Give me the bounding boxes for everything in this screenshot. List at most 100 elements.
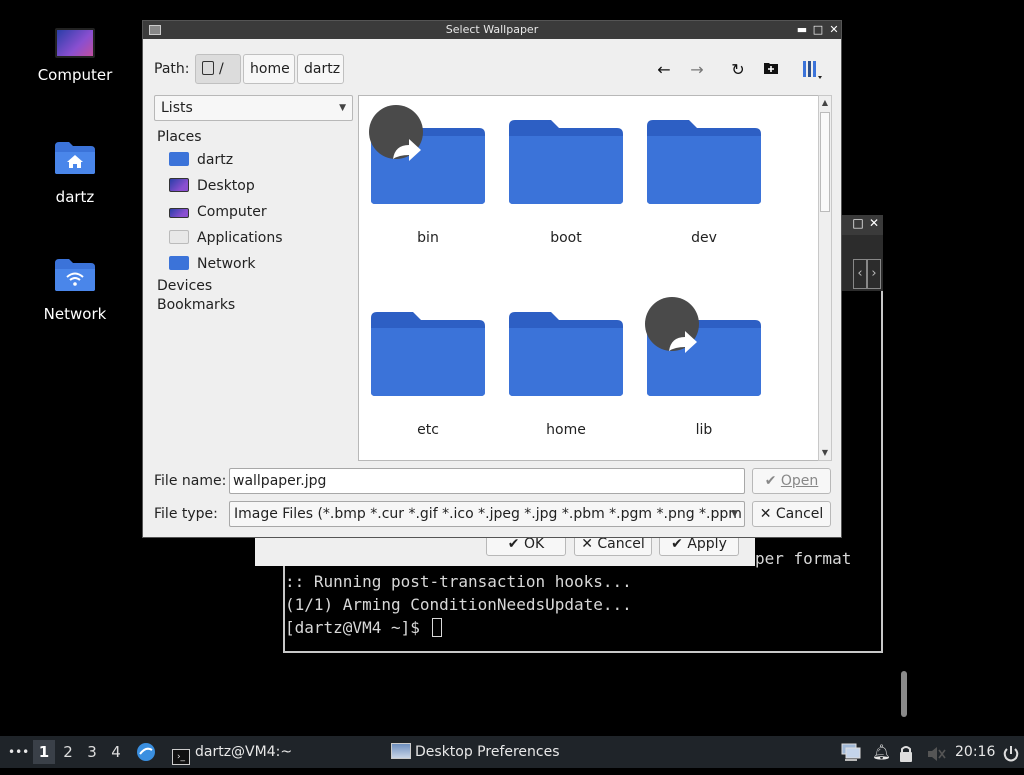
file-item[interactable]: dev [635, 96, 773, 276]
sidebar-item-label: Applications [197, 230, 283, 246]
breadcrumb-label: home [250, 61, 290, 77]
file-name: lib [695, 422, 713, 438]
desktop-icon-label: dartz [55, 188, 95, 206]
file-name: bin [417, 230, 439, 246]
sidebar-item-label: Computer [197, 204, 267, 220]
task-desktop-preferences[interactable]: Desktop Preferences [391, 736, 560, 768]
cancel-label: Cancel [775, 506, 824, 522]
sidebar-item-dartz[interactable]: dartz [169, 149, 233, 171]
path-label: Path: [154, 61, 190, 77]
back-arrow-icon[interactable]: ← [653, 59, 675, 81]
network-monitor-icon[interactable] [840, 742, 862, 762]
workspace-3[interactable]: 3 [81, 740, 103, 764]
file-item[interactable]: lib [635, 288, 773, 460]
desktop-icon-computer[interactable]: Computer [20, 28, 130, 84]
close-icon[interactable]: ✕ [827, 22, 841, 38]
folder-icon [509, 312, 623, 396]
tab-prev-icon[interactable]: ‹ [853, 259, 867, 289]
network-folder-icon [20, 257, 130, 297]
app-menu-button[interactable]: ••• [8, 736, 29, 768]
folder-icon [371, 312, 485, 396]
filename-label: File name: [154, 473, 227, 489]
scroll-up-icon[interactable]: ▲ [819, 96, 831, 110]
volume-muted-icon[interactable] [926, 743, 946, 761]
workspace-1[interactable]: 1 [33, 740, 55, 764]
file-item[interactable]: bin [359, 96, 497, 276]
bookmarks-header[interactable]: Bookmarks [157, 297, 235, 313]
notification-bell-icon[interactable]: 🔔︎ [872, 736, 891, 768]
sidebar-item-desktop[interactable]: Desktop [169, 175, 255, 197]
maximize-icon[interactable]: □ [811, 22, 825, 38]
terminal-line: per format [755, 549, 852, 568]
scroll-down-icon[interactable]: ▼ [819, 446, 831, 460]
apply-label: Apply [687, 536, 727, 552]
file-name: home [546, 422, 586, 438]
sidebar-item-computer[interactable]: Computer [169, 201, 267, 223]
file-item[interactable]: boot [497, 96, 635, 276]
open-button[interactable]: ✔ Open [752, 468, 831, 494]
cancel-button[interactable]: ✕ Cancel [752, 501, 831, 527]
terminal-icon: ›_ [172, 749, 190, 765]
computer-icon [169, 208, 189, 218]
terminal-scrollbar[interactable] [901, 671, 907, 717]
tab-next-icon[interactable]: › [867, 259, 881, 289]
filetype-label: File type: [154, 506, 218, 522]
file-item[interactable]: home [497, 288, 635, 460]
dialog-titlebar[interactable]: Select Wallpaper ▬ □ ✕ [143, 21, 841, 39]
select-wallpaper-dialog[interactable]: Select Wallpaper ▬ □ ✕ Path: / home dart… [142, 20, 842, 538]
workspace-2[interactable]: 2 [57, 740, 79, 764]
sidebar-item-network[interactable]: Network [169, 253, 255, 275]
sidebar-item-label: dartz [197, 152, 234, 168]
breadcrumb-home[interactable]: home [243, 54, 295, 84]
power-icon[interactable] [1002, 743, 1020, 762]
x-icon: ✕ [581, 536, 598, 552]
workspace-4[interactable]: 4 [105, 740, 127, 764]
drive-icon [202, 61, 214, 75]
home-folder-icon [20, 140, 130, 180]
file-grid[interactable]: bin boot dev etc home lib [358, 95, 819, 461]
terminal-line: :: Running post-transaction hooks... [285, 572, 632, 591]
new-folder-icon[interactable] [760, 59, 782, 81]
network-folder-icon [169, 256, 189, 270]
prompt-text: [dartz@VM4 ~]$ [285, 618, 430, 637]
breadcrumb-label: / [219, 61, 224, 77]
desktop-icon-dartz[interactable]: dartz [20, 140, 130, 206]
view-mode-select[interactable]: Lists ▼ [154, 95, 353, 121]
file-name: boot [550, 230, 582, 246]
devices-header[interactable]: Devices [157, 278, 212, 294]
web-browser-icon[interactable] [136, 742, 156, 762]
filetype-select[interactable]: Image Files (*.bmp *.cur *.gif *.ico *.j… [229, 501, 745, 527]
file-item[interactable]: etc [359, 288, 497, 460]
refresh-icon[interactable]: ↻ [727, 59, 749, 81]
open-label: Open [780, 473, 819, 489]
minimize-icon[interactable]: ▬ [795, 22, 809, 38]
forward-arrow-icon[interactable]: → [686, 59, 708, 81]
sidebar-item-label: Network [197, 256, 256, 272]
file-grid-scrollbar[interactable]: ▲ ▼ [818, 95, 832, 461]
lock-icon[interactable] [898, 743, 914, 762]
sidebar-item-label: Desktop [197, 178, 255, 194]
desktop-icon-network[interactable]: Network [20, 257, 130, 323]
computer-icon [55, 28, 95, 58]
file-name: etc [417, 422, 439, 438]
window-menu-icon[interactable] [149, 25, 161, 35]
filename-input[interactable]: wallpaper.jpg [229, 468, 745, 494]
task-terminal[interactable]: ›_ dartz@VM4:~ [172, 736, 292, 768]
breadcrumb-root[interactable]: / [195, 54, 241, 84]
places-header[interactable]: Places [157, 129, 202, 145]
chevron-down-icon: ▼ [339, 103, 346, 113]
sidebar-item-applications[interactable]: Applications [169, 227, 283, 249]
desktop-icon [169, 178, 189, 192]
close-icon[interactable]: ✕ [867, 215, 881, 231]
symlink-arrow-icon [645, 297, 699, 353]
task-label: Desktop Preferences [415, 744, 560, 760]
terminal-prompt[interactable]: [dartz@VM4 ~]$ [285, 618, 442, 637]
filetype-value: Image Files (*.bmp *.cur *.gif *.ico *.j… [234, 506, 745, 522]
maximize-icon[interactable]: □ [851, 215, 865, 231]
breadcrumb-dartz[interactable]: dartz [297, 54, 344, 84]
desktop-preferences-icon [391, 743, 411, 759]
scrollbar-thumb[interactable] [820, 112, 830, 212]
file-name: dev [691, 230, 717, 246]
clock[interactable]: 20:16 [955, 736, 995, 768]
view-options-icon[interactable] [801, 59, 823, 81]
